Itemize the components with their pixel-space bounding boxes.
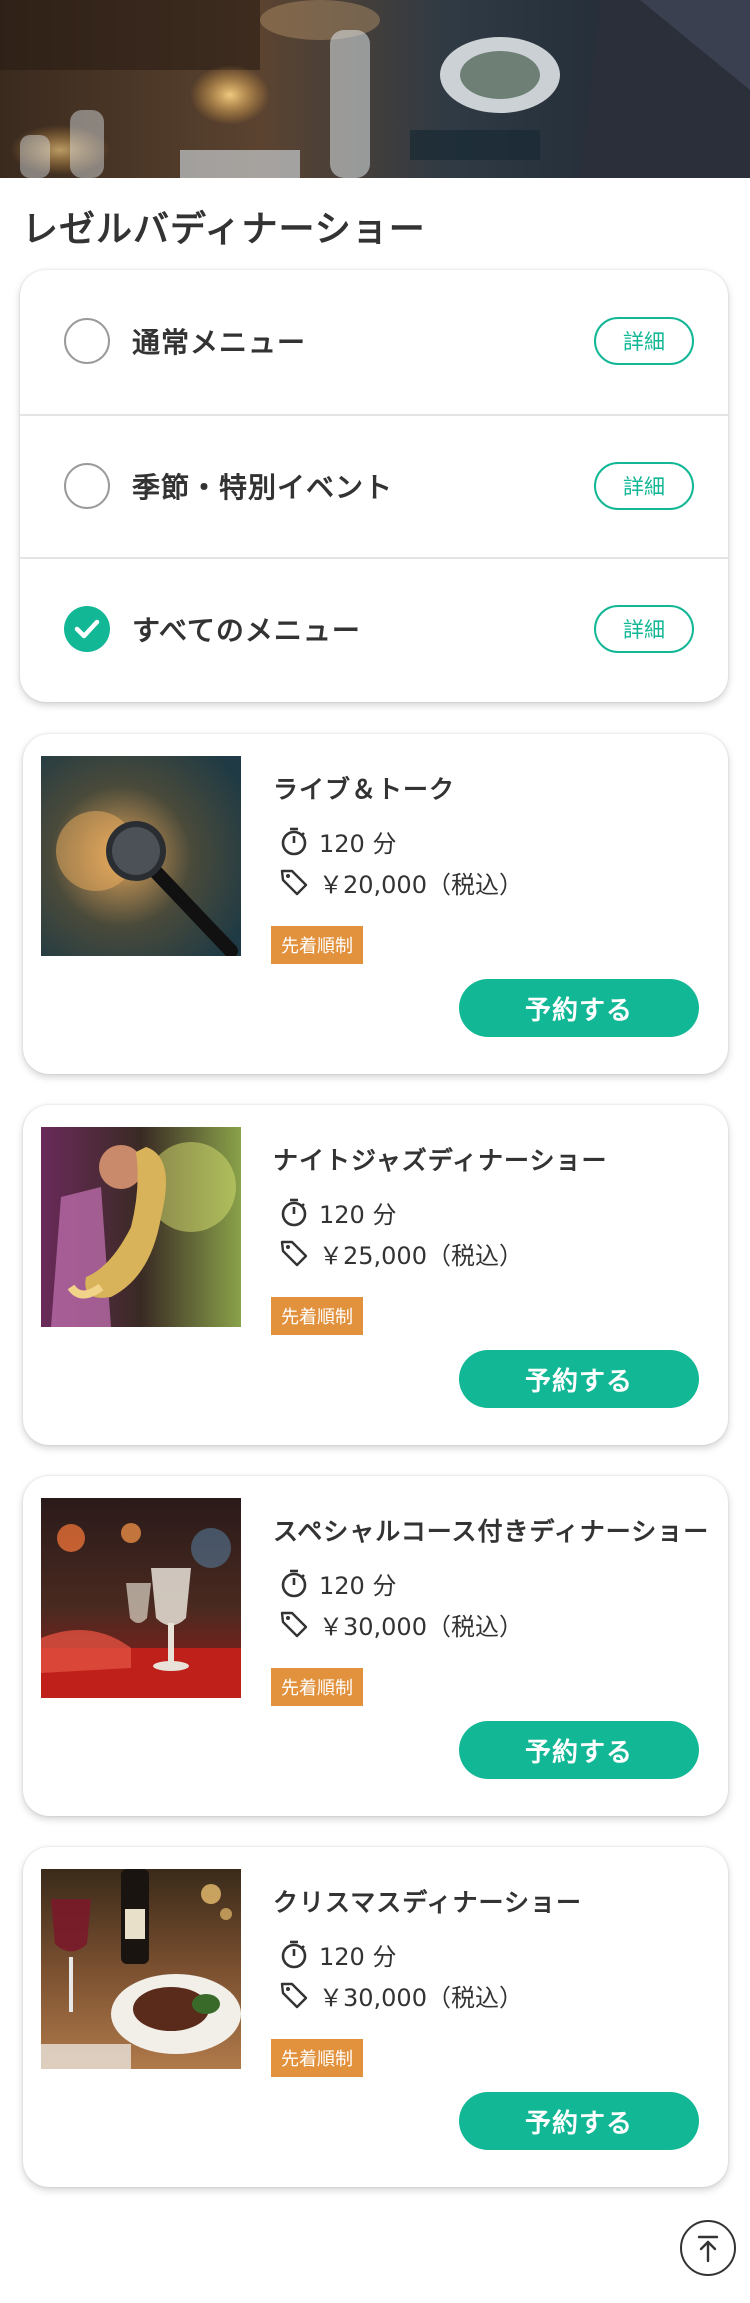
first-come-badge: 先着順制 [271,1668,363,1706]
menu-filter-card: 通常メニュー 詳細 季節・特別イベント 詳細 すべてのメニュー 詳細 [20,270,728,702]
menu-card-christmas: クリスマスディナーショー 120 分 ￥30,000（税込） 先着順制 予約する [23,1847,728,2187]
reserve-button[interactable]: 予約する [459,2092,699,2150]
menu-title: クリスマスディナーショー [273,1888,583,1917]
arrow-up-icon [697,2235,719,2263]
reserve-button[interactable]: 予約する [459,1721,699,1779]
duration-text: 120 分 [319,1571,397,1600]
stopwatch-icon [281,827,307,856]
filter-label: すべてのメニュー [132,614,361,647]
price-row: ￥20,000（税込） [279,865,523,899]
tag-icon [280,1240,308,1267]
tag-icon [280,1611,308,1638]
regular-menu-detail-button[interactable]: 詳細 [594,317,694,365]
first-come-badge: 先着順制 [271,1297,363,1335]
menu-card-special-course: スペシャルコース付きディナーショー 120 分 ￥30,000（税込） 先着順制… [23,1476,728,1816]
steak-dinner-photo [41,1869,241,2069]
price-row: ￥25,000（税込） [279,1236,523,1270]
tag-icon [280,1982,308,2009]
all-menus-detail-button[interactable]: 詳細 [594,605,694,653]
regular-menu-radio[interactable] [64,318,110,364]
filter-row-regular-menu[interactable]: 通常メニュー 詳細 [20,270,728,412]
menu-card-night-jazz: ナイトジャズディナーショー 120 分 ￥25,000（税込） 先着順制 予約す… [23,1105,728,1445]
tag-icon [280,869,308,896]
microphone-photo [41,756,241,956]
hero-banner-image [0,0,750,178]
duration-text: 120 分 [319,829,397,858]
duration-row: 120 分 [279,1566,396,1600]
duration-row: 120 分 [279,1937,396,1971]
reserve-button[interactable]: 予約する [459,1350,699,1408]
duration-text: 120 分 [319,1200,397,1229]
price-text: ￥30,000（税込） [319,1612,523,1641]
seasonal-events-radio[interactable] [64,463,110,509]
price-text: ￥20,000（税込） [319,870,523,899]
menu-title: ライブ＆トーク [273,775,456,804]
saxophone-photo [41,1127,241,1327]
stopwatch-icon [281,1940,307,1969]
filter-label: 季節・特別イベント [132,471,394,504]
page-title: レゼルバディナーショー [22,209,426,250]
stopwatch-icon [281,1569,307,1598]
filter-row-seasonal-events[interactable]: 季節・特別イベント 詳細 [20,414,728,556]
menu-title: スペシャルコース付きディナーショー [273,1517,710,1546]
price-row: ￥30,000（税込） [279,1978,523,2012]
check-icon [74,619,100,639]
filter-row-all-menus[interactable]: すべてのメニュー 詳細 [20,557,728,699]
price-row: ￥30,000（税込） [279,1607,523,1641]
stopwatch-icon [281,1198,307,1227]
first-come-badge: 先着順制 [271,2039,363,2077]
scroll-to-top-button[interactable] [680,2220,736,2276]
price-text: ￥30,000（税込） [319,1983,523,2012]
price-text: ￥25,000（税込） [319,1241,523,1270]
filter-label: 通常メニュー [132,326,307,359]
menu-card-live-talk: ライブ＆トーク 120 分 ￥20,000（税込） 先着順制 予約する [23,734,728,1074]
menu-title: ナイトジャズディナーショー [273,1146,608,1175]
seasonal-events-detail-button[interactable]: 詳細 [594,462,694,510]
first-come-badge: 先着順制 [271,926,363,964]
reserve-button[interactable]: 予約する [459,979,699,1037]
glasses-photo [41,1498,241,1698]
duration-row: 120 分 [279,1195,396,1229]
duration-row: 120 分 [279,824,396,858]
duration-text: 120 分 [319,1942,397,1971]
all-menus-radio[interactable] [64,606,110,652]
